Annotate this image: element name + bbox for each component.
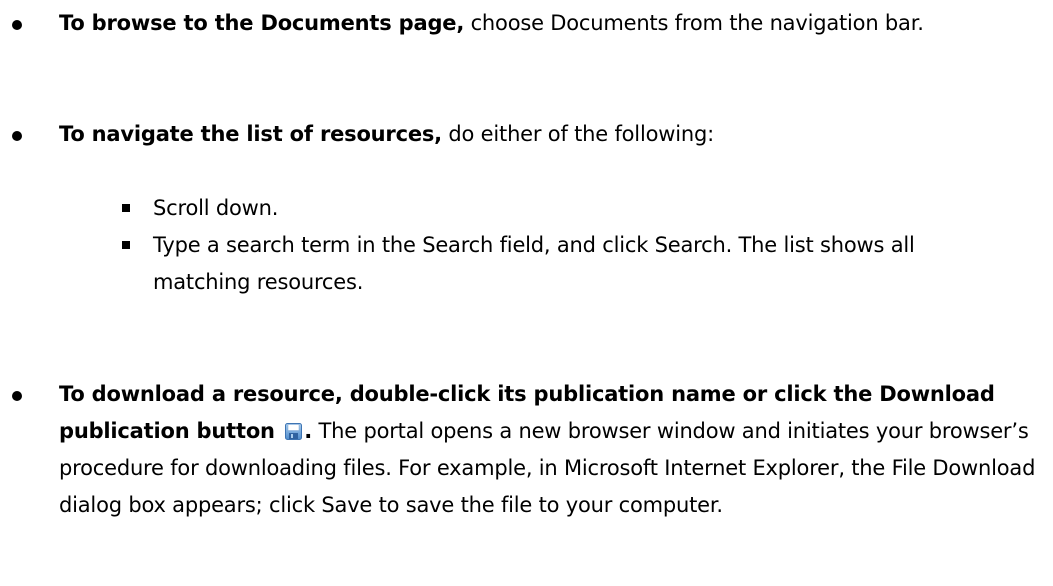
bullet-text: do either of the following: (441, 122, 714, 146)
bullet-bold-lead: To navigate the list of resources, (59, 122, 442, 146)
bullet-bold-lead: To browse to the Documents page, (59, 11, 465, 35)
bullet-marker (12, 131, 22, 141)
document-page: To browse to the Documents page, choose … (0, 0, 1053, 586)
sub-item-scroll-down: Scroll down. (122, 190, 1013, 227)
save-icon (285, 415, 303, 440)
bullet-item-navigate-resources: To navigate the list of resources, do ei… (12, 116, 1039, 153)
bullet-item-download-resource: To download a resource, double-click its… (12, 376, 1039, 524)
bullet-bold-period: . (304, 419, 313, 443)
sub-item-text: Type a search term in the Search field, … (153, 233, 915, 294)
bullet-item-browse-documents: To browse to the Documents page, choose … (12, 5, 1039, 42)
sub-item-search: Type a search term in the Search field, … (122, 227, 1013, 301)
bullet-marker (12, 20, 22, 30)
square-bullet-marker (122, 204, 130, 212)
bullet-text: choose Documents from the navigation bar… (464, 11, 924, 35)
square-bullet-marker (122, 241, 130, 249)
sub-item-text: Scroll down. (153, 196, 279, 220)
bullet-marker (12, 391, 22, 401)
